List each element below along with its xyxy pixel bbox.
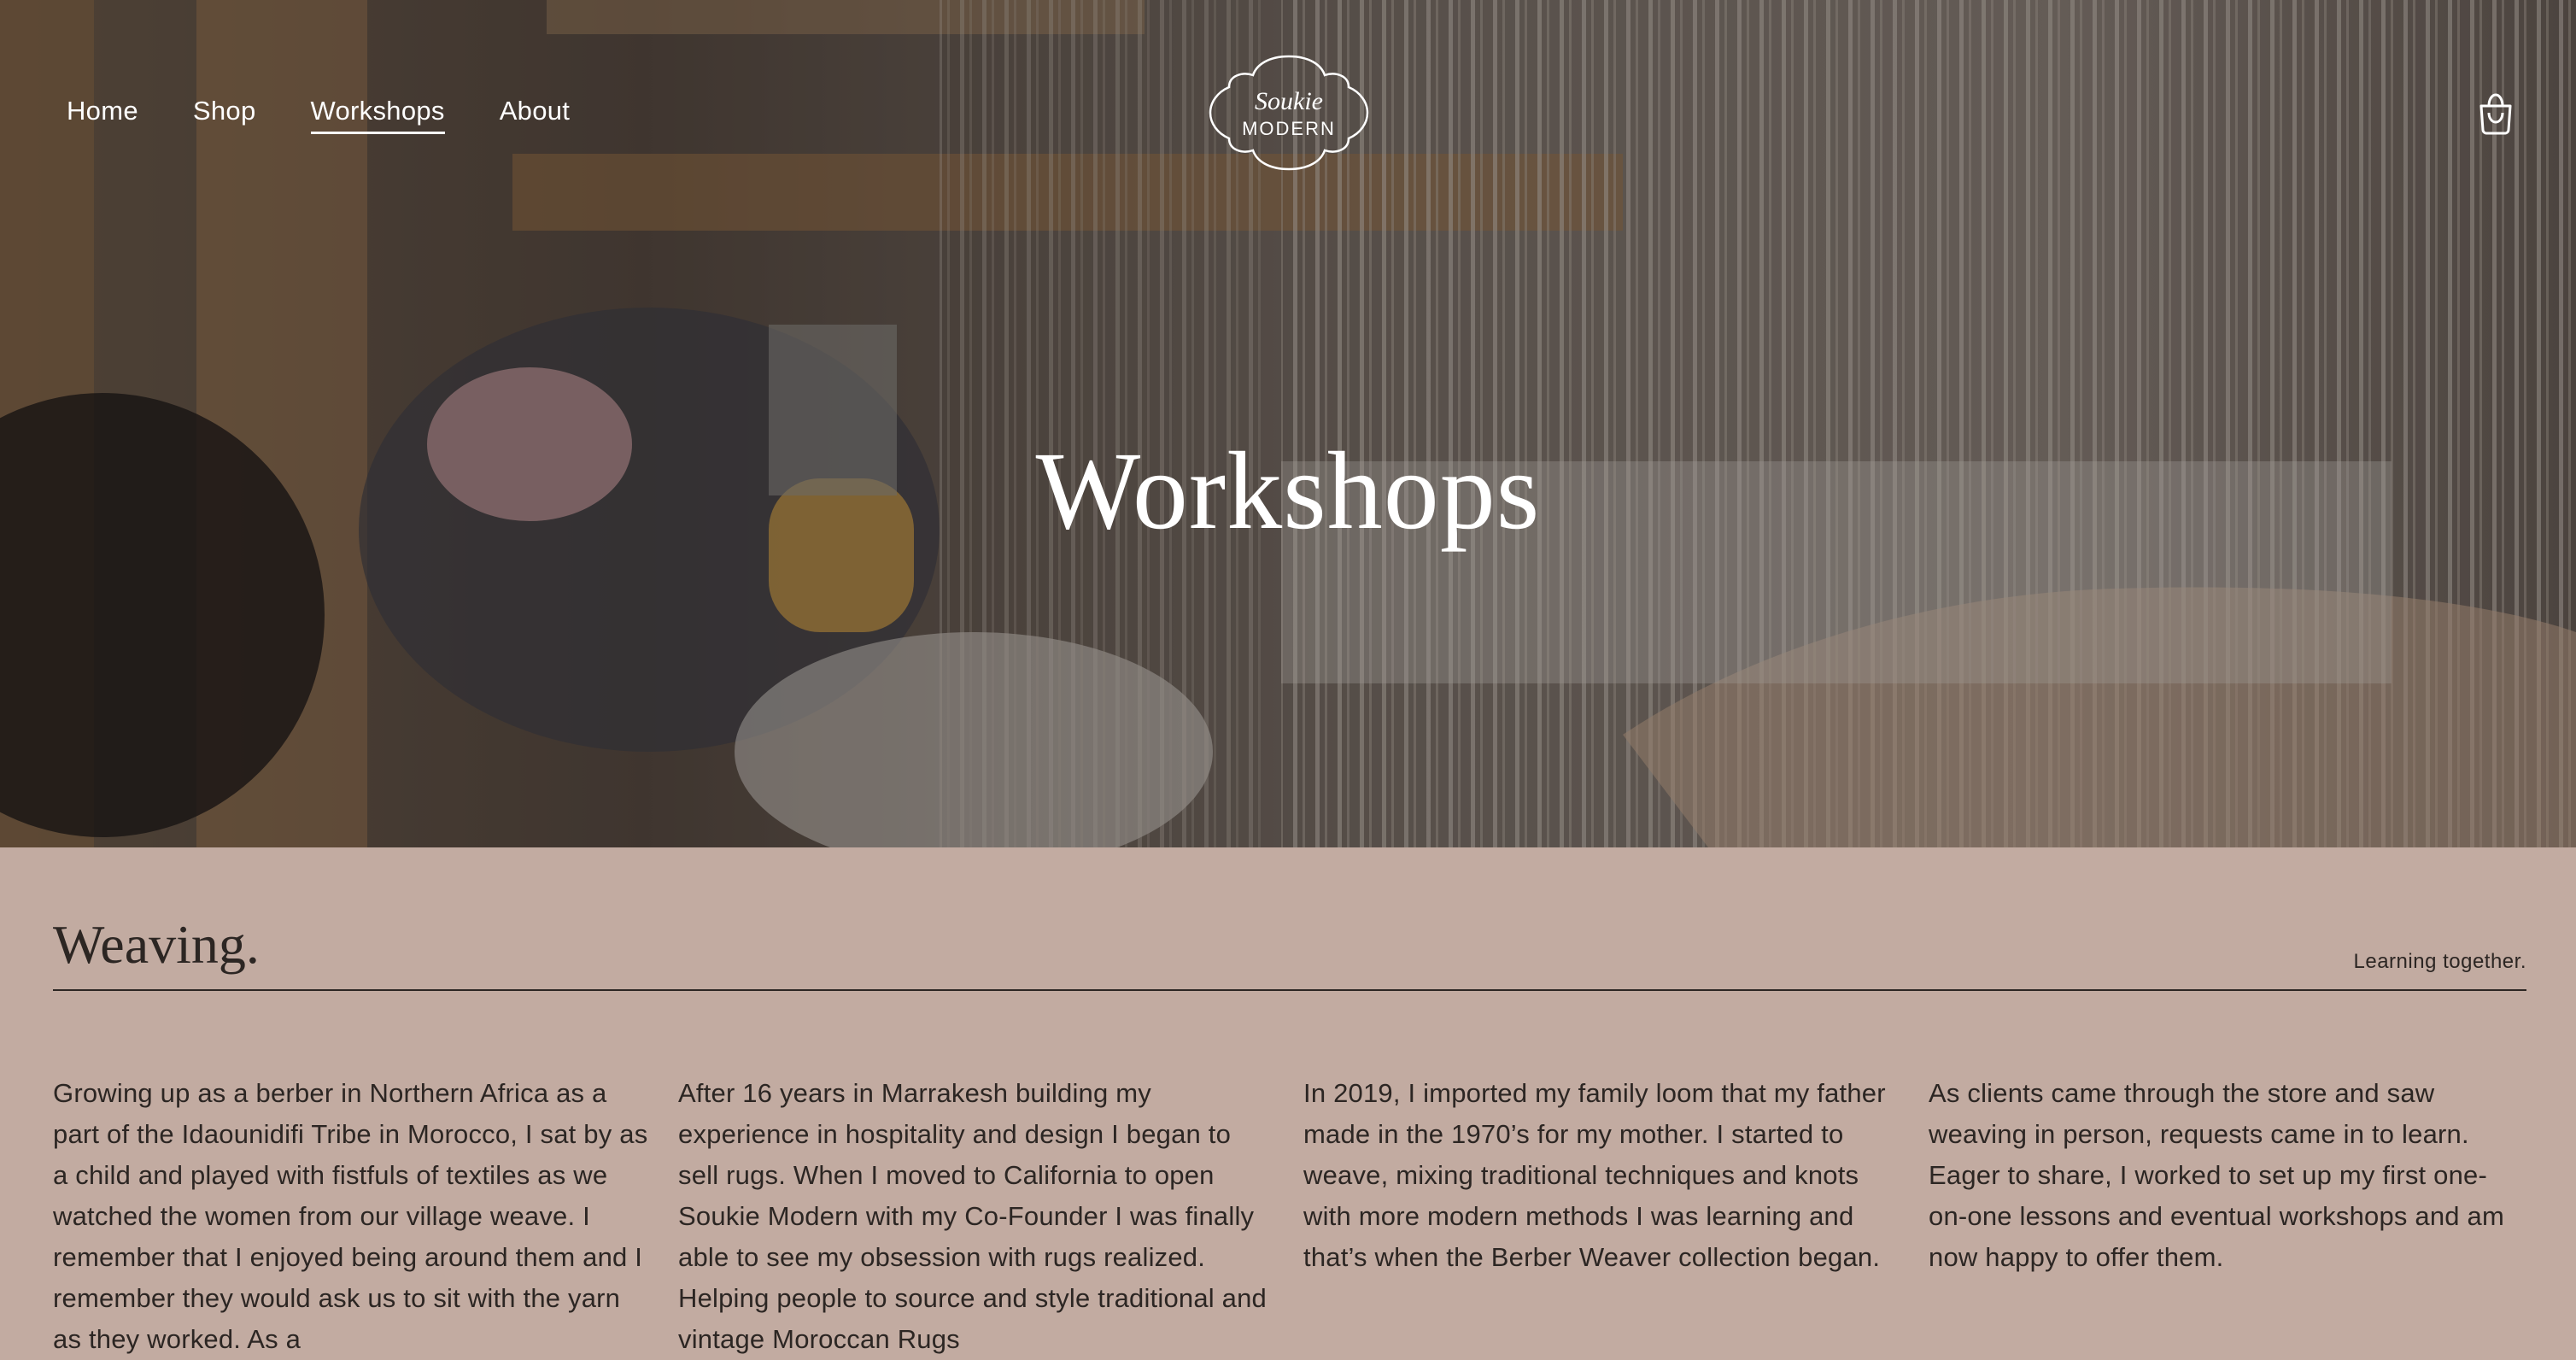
story-columns: Growing up as a berber in Northern Afric… xyxy=(53,1073,2526,1360)
weaving-section: Weaving. Learning together. Growing up a… xyxy=(53,847,2526,1354)
logo-line1: Soukie xyxy=(1255,87,1323,115)
nav-shop[interactable]: Shop xyxy=(193,92,256,134)
story-column-2: After 16 years in Marrakesh building my … xyxy=(678,1078,1268,1354)
shopping-bag-icon xyxy=(2479,93,2512,135)
logo-line2: MODERN xyxy=(1242,118,1336,139)
cart-button[interactable] xyxy=(2474,92,2517,135)
section-title: Weaving. xyxy=(53,914,260,975)
hero-banner: Home Shop Workshops About Soukie MODERN … xyxy=(0,0,2576,847)
hero-title: Workshops xyxy=(1035,430,1541,553)
main-nav: Home Shop Workshops About xyxy=(67,92,570,134)
nav-home[interactable]: Home xyxy=(67,92,138,134)
nav-workshops[interactable]: Workshops xyxy=(310,92,445,134)
section-tagline: Learning together. xyxy=(2353,950,2526,973)
section-header: Weaving. Learning together. xyxy=(53,847,2526,991)
story-column-4: As clients came through the store and sa… xyxy=(1929,1078,2504,1272)
story-column-3: In 2019, I imported my family loom that … xyxy=(1303,1078,1886,1272)
nav-about[interactable]: About xyxy=(500,92,571,134)
story-column-1: Growing up as a berber in Northern Afric… xyxy=(53,1078,648,1354)
brand-logo[interactable]: Soukie MODERN xyxy=(1207,53,1371,173)
